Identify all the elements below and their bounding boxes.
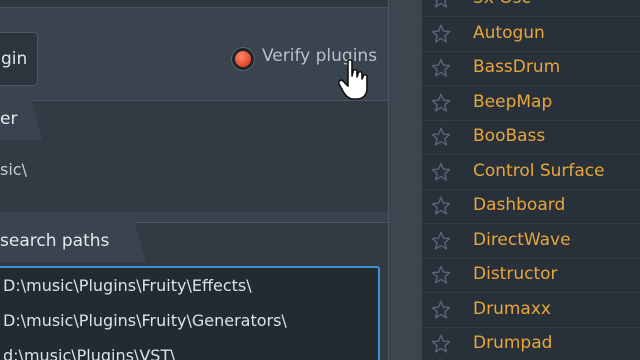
plugin-row[interactable]: BooBass [422,121,640,155]
star-outline-icon[interactable] [430,57,452,79]
star-outline-icon[interactable] [430,264,452,286]
search-path-item[interactable]: D:\music\Plugins\Fruity\Effects\ [3,276,252,295]
plugin-row[interactable]: BassDrum [422,52,640,86]
plugin-row[interactable]: Control Surface [422,156,640,190]
star-outline-icon[interactable] [430,195,452,217]
plugin-name[interactable]: Drumaxx [473,299,551,319]
find-plugins-button[interactable]: gin [0,32,38,86]
star-outline-icon[interactable] [430,23,452,45]
plugin-name[interactable]: Distructor [473,264,558,284]
plugin-name[interactable]: BeepMap [473,92,552,112]
plugin-name[interactable]: Control Surface [473,161,605,181]
plugin-manager-panel: gin Verify plugins er sic\ search paths … [0,0,388,360]
plugin-list: 3x Osc Autogun BassDrum BeepMap BooBass … [422,0,640,360]
plugin-name[interactable]: 3x Osc [473,0,531,8]
plugin-row[interactable]: Drumpad [422,328,640,360]
plugin-row[interactable]: 3x Osc [422,0,640,17]
plugin-folder-section [0,100,388,212]
plugin-name[interactable]: BassDrum [473,57,560,77]
plugin-row[interactable]: Drumaxx [422,294,640,328]
top-strip [0,0,388,8]
star-outline-icon[interactable] [430,126,452,148]
plugin-row[interactable]: Distructor [422,259,640,293]
search-paths-tab: search paths [0,222,146,262]
plugin-row[interactable]: BeepMap [422,87,640,121]
star-outline-icon[interactable] [430,0,452,10]
search-path-item[interactable]: D:\music\Plugins\Fruity\Generators\ [3,311,287,330]
star-outline-icon[interactable] [430,92,452,114]
plugin-row[interactable]: Dashboard [422,190,640,224]
star-outline-icon[interactable] [430,333,452,355]
search-paths-tab-label: search paths [0,231,110,251]
star-outline-icon[interactable] [430,299,452,321]
hand-cursor-icon [338,58,368,100]
plugin-folder-path: sic\ [0,160,27,179]
plugin-name[interactable]: Drumpad [473,333,552,353]
panel-divider [388,0,422,360]
plugin-row[interactable]: Autogun [422,18,640,52]
search-paths-listbox[interactable]: D:\music\Plugins\Fruity\Effects\ D:\musi… [0,266,380,360]
verify-plugins-radio[interactable] [231,47,255,71]
plugin-row[interactable]: DirectWave [422,225,640,259]
search-path-item[interactable]: d:\music\Plugins\VST\ [3,346,176,360]
star-outline-icon[interactable] [430,161,452,183]
plugin-name[interactable]: DirectWave [473,230,571,250]
plugin-name[interactable]: BooBass [473,126,545,146]
plugin-name[interactable]: Dashboard [473,195,565,215]
star-outline-icon[interactable] [430,230,452,252]
plugin-name[interactable]: Autogun [473,23,545,43]
